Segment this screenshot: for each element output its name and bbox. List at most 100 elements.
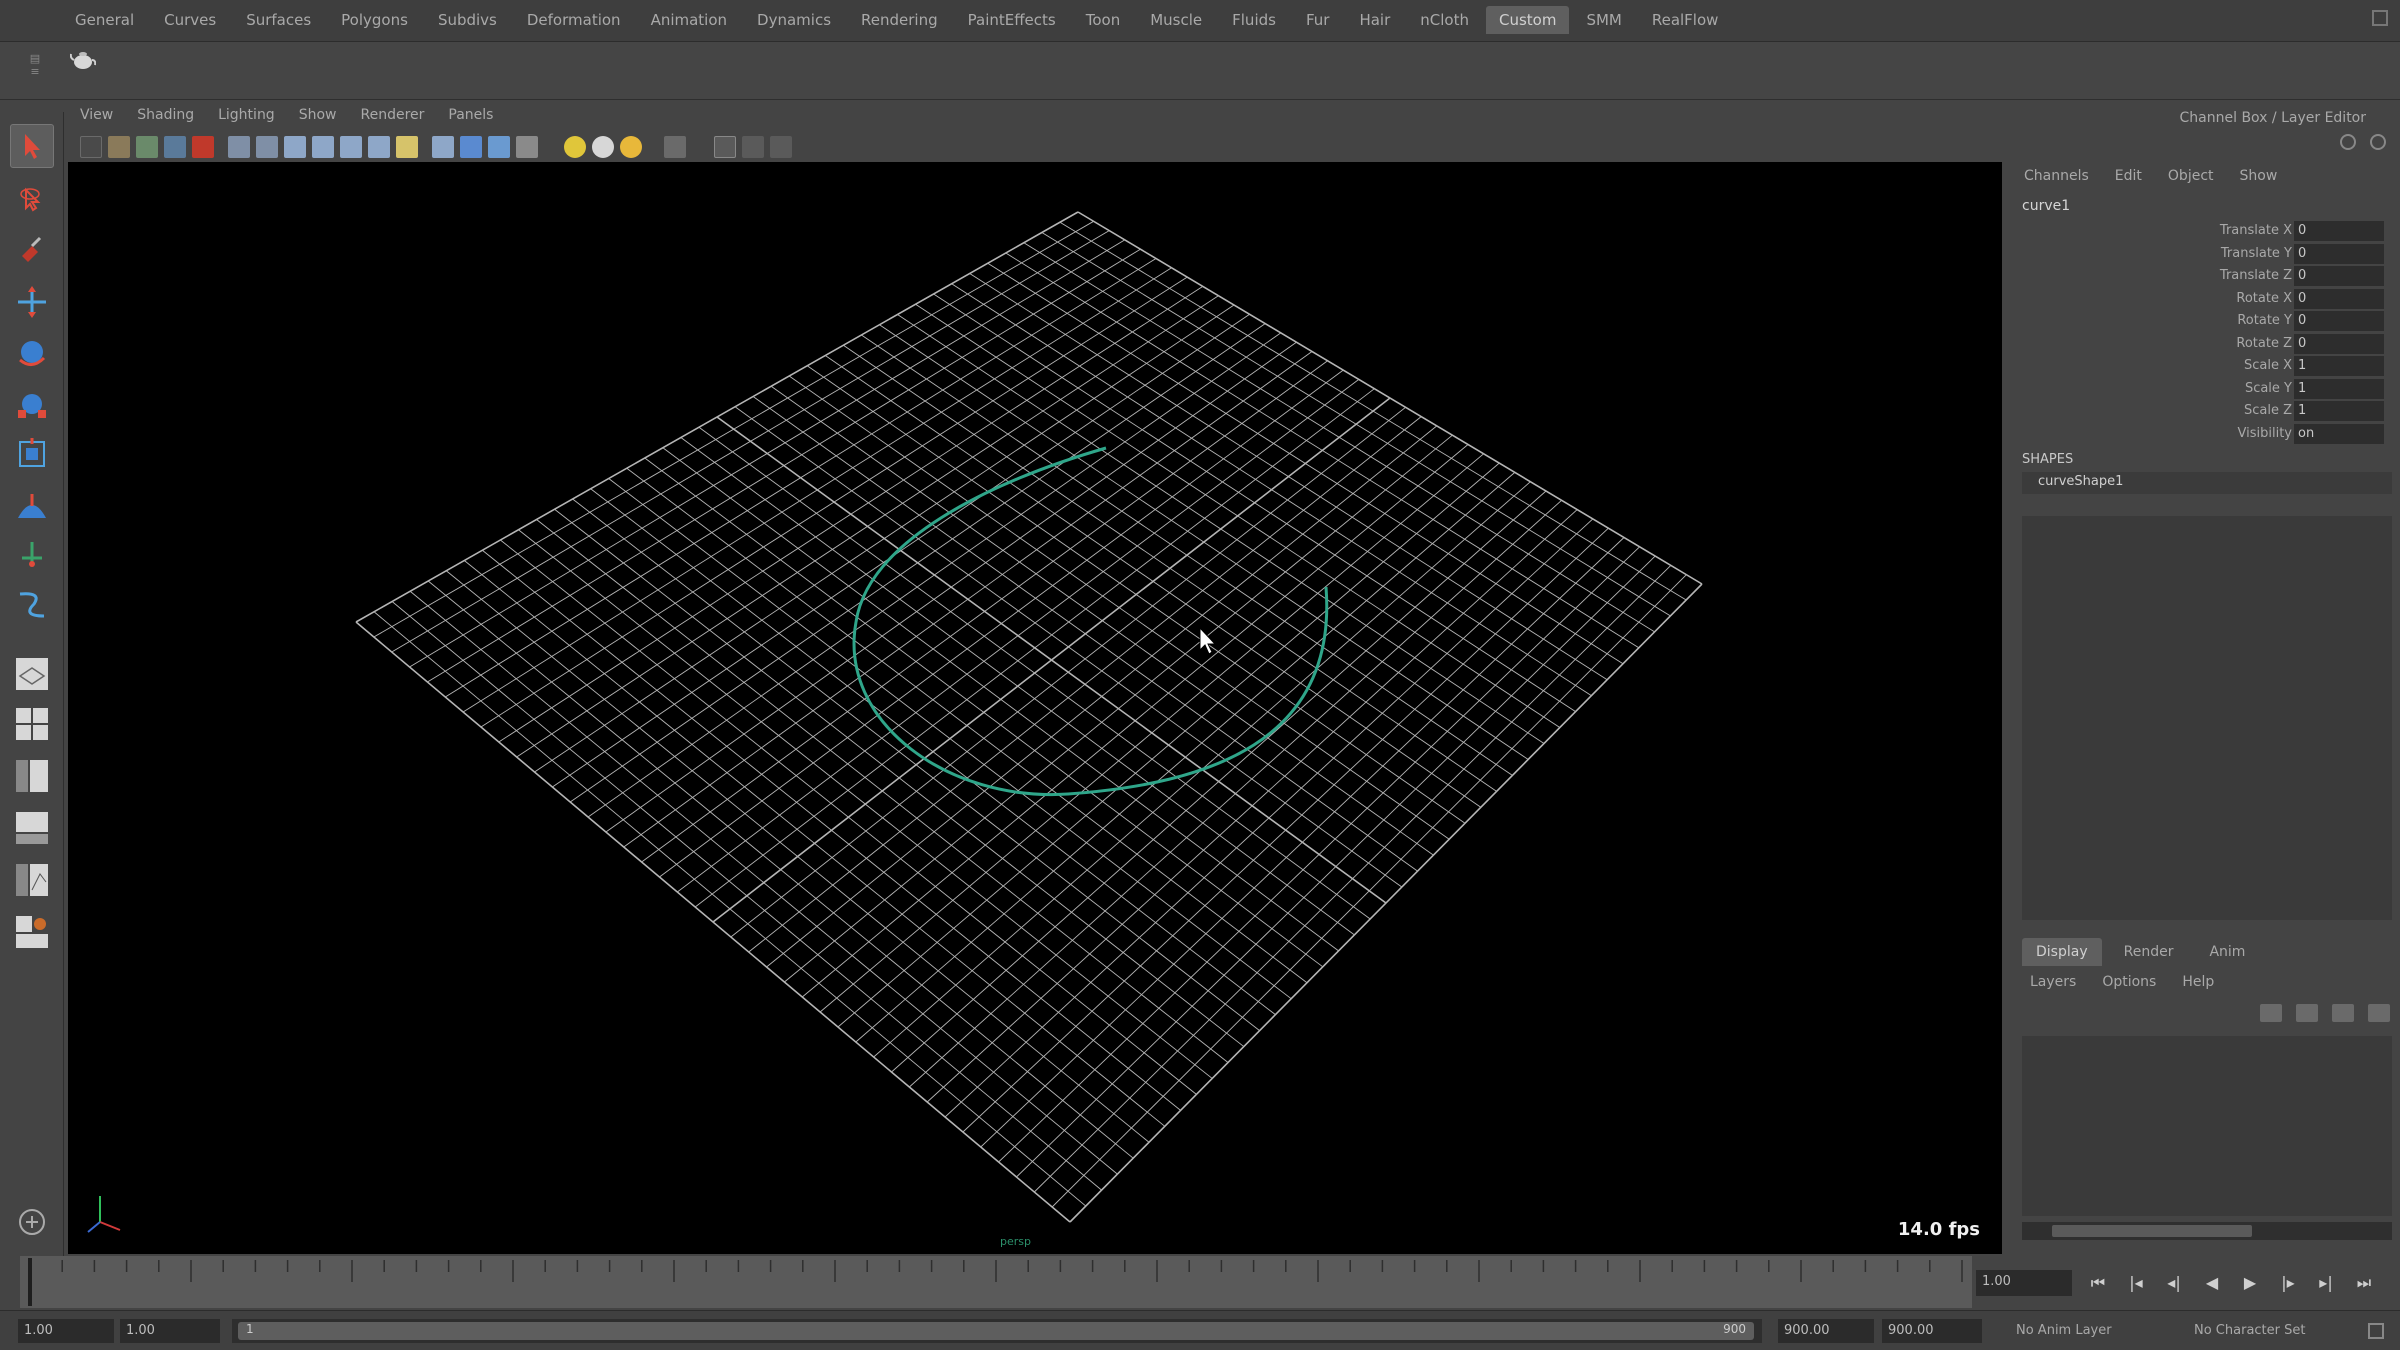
channel-attribute-value[interactable]: 1	[2294, 356, 2384, 376]
shelf-tab-custom[interactable]: Custom	[1485, 6, 1570, 34]
camera-attributes-icon[interactable]	[108, 136, 130, 158]
curve-tool-icon[interactable]	[10, 582, 54, 626]
playback-start-field[interactable]: 1.00	[120, 1319, 220, 1343]
isolate-select-icon[interactable]	[664, 136, 686, 158]
teapot-icon[interactable]	[70, 46, 96, 72]
select-tool-icon[interactable]	[10, 124, 54, 168]
current-time-field[interactable]: 1.00	[1976, 1270, 2072, 1296]
script-editor-icon[interactable]	[10, 1200, 54, 1244]
shelf-tab-animation[interactable]: Animation	[638, 6, 740, 34]
animation-end-field[interactable]: 900.00	[1882, 1319, 1982, 1343]
character-set-dropdown[interactable]: No Character Set	[2194, 1323, 2305, 1338]
move-layer-down-icon[interactable]	[2368, 1004, 2390, 1022]
channel-attribute-value[interactable]: 0	[2294, 333, 2384, 354]
nurbs-curve[interactable]	[852, 446, 1329, 797]
channel-attribute-row[interactable]: Translate Y0	[2022, 243, 2392, 266]
ambient-occlusion-icon[interactable]	[770, 136, 792, 158]
channel-attribute-row[interactable]: Rotate Y0	[2022, 310, 2392, 333]
shelf-tab-painteffects[interactable]: PaintEffects	[955, 6, 1069, 34]
attribute-editor-icon[interactable]	[2340, 134, 2356, 150]
channel-attribute-value[interactable]: 1	[2294, 378, 2384, 399]
shelf-tab-curves[interactable]: Curves	[151, 6, 229, 34]
default-light-icon[interactable]	[564, 136, 586, 158]
xray-icon[interactable]	[516, 136, 538, 158]
channel-attribute-value[interactable]: 0	[2294, 221, 2384, 241]
shelf-tab-muscle[interactable]: Muscle	[1137, 6, 1215, 34]
move-tool-icon[interactable]	[10, 280, 54, 324]
film-gate-icon[interactable]	[192, 136, 214, 158]
channel-attribute-value[interactable]: on	[2294, 423, 2384, 444]
show-manipulator-icon[interactable]	[10, 532, 54, 576]
persp-graph-layout-icon[interactable]	[10, 858, 54, 902]
step-back-key-icon[interactable]: |◂	[2124, 1272, 2148, 1294]
wireframe-icon[interactable]	[396, 136, 418, 158]
shelf-tab-fur[interactable]: Fur	[1293, 6, 1342, 34]
layer-tab-display[interactable]: Display	[2022, 938, 2102, 966]
four-view-layout-icon[interactable]	[10, 702, 54, 746]
persp-outliner-layout-icon[interactable]	[10, 806, 54, 850]
layer-menu-options[interactable]: Options	[2102, 974, 2156, 990]
playback-end-field[interactable]: 900.00	[1778, 1319, 1874, 1343]
shelf-tab-ncloth[interactable]: nCloth	[1407, 6, 1482, 34]
animation-start-field[interactable]: 1.00	[18, 1319, 114, 1343]
wireframe-on-shaded-icon[interactable]	[460, 136, 482, 158]
shelf-tab-fluids[interactable]: Fluids	[1219, 6, 1289, 34]
layer-menu-help[interactable]: Help	[2182, 974, 2214, 990]
current-time-marker[interactable]	[28, 1258, 32, 1306]
perspective-viewport[interactable]: 14.0 fps persp	[68, 162, 2002, 1254]
time-slider[interactable]	[20, 1256, 1972, 1308]
channel-attribute-row[interactable]: Scale Z1	[2022, 400, 2392, 423]
shelf-options-icon[interactable]	[2372, 10, 2388, 26]
field-chart-icon[interactable]	[312, 136, 334, 158]
gate-mask-icon[interactable]	[284, 136, 306, 158]
go-to-end-icon[interactable]: ⏭	[2352, 1272, 2376, 1294]
layer-scroll-thumb[interactable]	[2052, 1225, 2252, 1237]
new-layer-from-selected-icon[interactable]	[2296, 1004, 2318, 1022]
layer-menu-layers[interactable]: Layers	[2030, 974, 2076, 990]
scale-tool-icon[interactable]	[10, 382, 54, 426]
shelf-tab-toon[interactable]: Toon	[1073, 6, 1133, 34]
aa-icon[interactable]	[742, 136, 764, 158]
channel-menu-show[interactable]: Show	[2240, 168, 2278, 184]
shelf-tab-realflow[interactable]: RealFlow	[1639, 6, 1732, 34]
play-forward-icon[interactable]: ▶	[2238, 1272, 2262, 1294]
paint-select-tool-icon[interactable]	[10, 230, 54, 274]
rotate-tool-icon[interactable]	[10, 330, 54, 374]
go-to-start-icon[interactable]: ⏮	[2086, 1272, 2110, 1294]
hypershade-layout-icon[interactable]	[10, 910, 54, 954]
shelf-tab-smm[interactable]: SMM	[1573, 6, 1634, 34]
grid-toggle-icon[interactable]	[228, 136, 250, 158]
preferences-icon[interactable]	[2368, 1323, 2384, 1339]
lasso-tool-icon[interactable]	[10, 178, 54, 222]
range-slider[interactable]: 1 900	[232, 1319, 1762, 1343]
universal-manipulator-icon[interactable]	[10, 432, 54, 476]
shelf-tab-general[interactable]: General	[62, 6, 147, 34]
tool-settings-icon[interactable]	[2370, 134, 2386, 150]
panel-menu-shading[interactable]: Shading	[137, 107, 194, 123]
channel-attribute-row[interactable]: Rotate X0	[2022, 288, 2392, 311]
channel-menu-edit[interactable]: Edit	[2115, 168, 2142, 184]
shelf-tab-polygons[interactable]: Polygons	[328, 6, 421, 34]
channel-attribute-row[interactable]: Scale X1	[2022, 355, 2392, 378]
shadows-icon[interactable]	[620, 136, 642, 158]
shelf-tab-surfaces[interactable]: Surfaces	[233, 6, 324, 34]
move-layer-up-icon[interactable]	[2332, 1004, 2354, 1022]
channel-attribute-value[interactable]: 0	[2294, 243, 2384, 264]
high-quality-icon[interactable]	[714, 136, 736, 158]
shelf-grip-icon[interactable]: ▤ ≡	[22, 52, 48, 92]
bookmarks-icon[interactable]	[136, 136, 158, 158]
layer-list[interactable]	[2022, 1036, 2392, 1216]
channel-attribute-value[interactable]: 1	[2294, 401, 2384, 421]
side-by-side-layout-icon[interactable]	[10, 754, 54, 798]
channel-menu-object[interactable]: Object	[2168, 168, 2214, 184]
new-layer-icon[interactable]	[2260, 1004, 2282, 1022]
image-plane-icon[interactable]	[164, 136, 186, 158]
safe-action-icon[interactable]	[340, 136, 362, 158]
step-back-frame-icon[interactable]: ◂|	[2162, 1272, 2186, 1294]
channel-attribute-value[interactable]: 0	[2294, 288, 2384, 309]
shelf-tab-subdivs[interactable]: Subdivs	[425, 6, 510, 34]
shelf-tab-hair[interactable]: Hair	[1346, 6, 1403, 34]
all-lights-icon[interactable]	[592, 136, 614, 158]
shelf-tab-deformation[interactable]: Deformation	[514, 6, 634, 34]
channel-attribute-row[interactable]: Rotate Z0	[2022, 333, 2392, 356]
